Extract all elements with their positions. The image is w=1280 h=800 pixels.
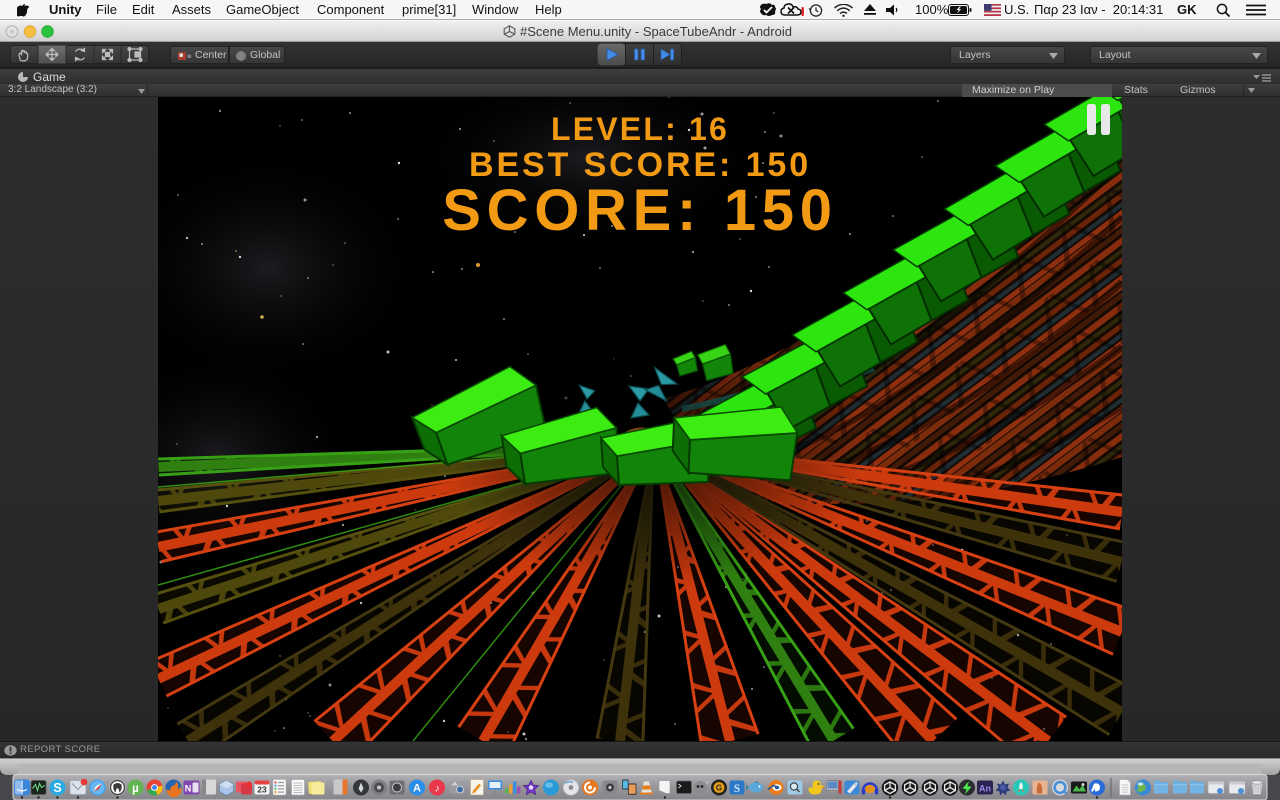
svg-text:S: S (53, 781, 61, 795)
svg-text:LEVEL: 16: LEVEL: 16 (551, 111, 729, 147)
svg-text:♪: ♪ (435, 784, 440, 795)
svg-text:An: An (979, 784, 991, 794)
svg-text:23: 23 (257, 785, 267, 795)
svg-text:A: A (413, 783, 421, 795)
svg-text:µ: µ (132, 783, 139, 795)
svg-text:S: S (734, 783, 740, 795)
svg-text:G: G (716, 784, 722, 793)
svg-text:N: N (185, 784, 192, 794)
svg-text:SCORE: 150: SCORE: 150 (442, 178, 837, 243)
